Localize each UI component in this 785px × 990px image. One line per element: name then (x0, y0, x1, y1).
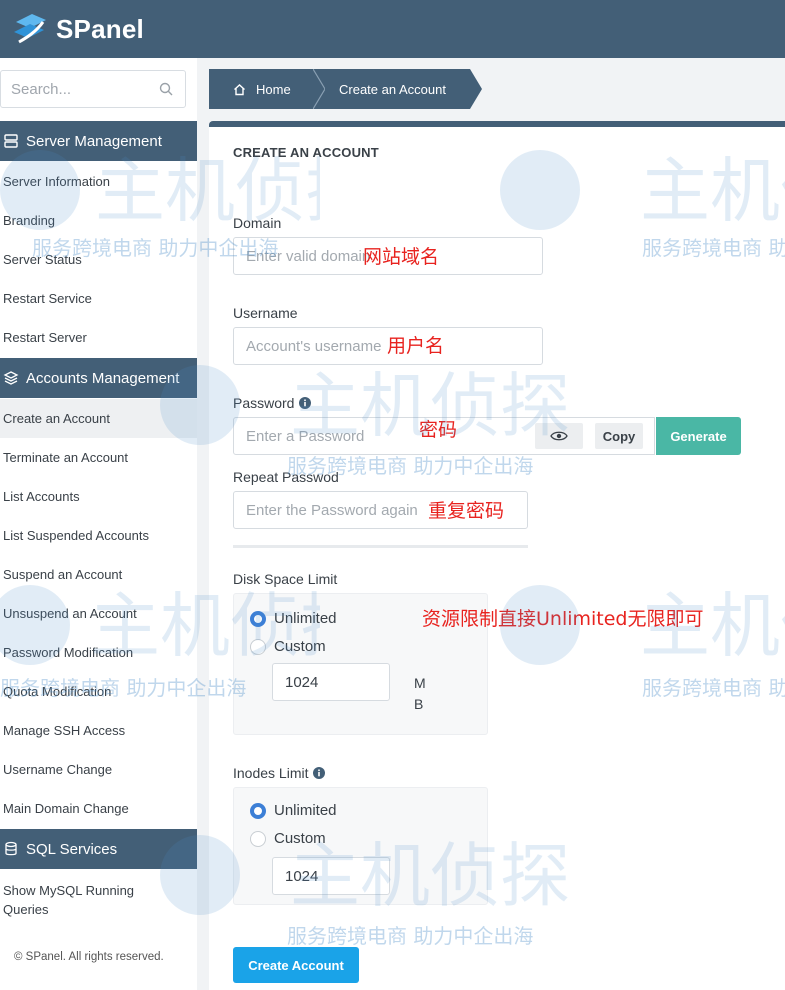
section-sql-services[interactable]: SQL Services (0, 829, 197, 869)
breadcrumb-home-label: Home (256, 81, 291, 97)
sidebar-item-terminate-account[interactable]: Terminate an Account (0, 438, 197, 477)
form-divider (233, 545, 528, 548)
inodes-custom-label: Custom (274, 830, 326, 847)
search-input[interactable] (1, 80, 151, 98)
inodes-unlimited-option[interactable]: Unlimited (250, 802, 337, 819)
database-icon (5, 841, 17, 856)
inodes-limit-label: Inodes Limit (233, 765, 326, 781)
top-header: SPanel (0, 0, 785, 58)
breadcrumb-separator-icon (313, 69, 325, 109)
create-account-card: CREATE AN ACCOUNT Domain Username Passwo… (209, 121, 785, 990)
disk-limit-input[interactable]: 1024 (272, 663, 390, 701)
eye-icon (550, 431, 568, 441)
section-accounts-management[interactable]: Accounts Management (0, 358, 197, 398)
password-label-text: Password (233, 395, 295, 411)
sidebar: Server Management Server Information Bra… (0, 58, 197, 990)
sidebar-item-create-account[interactable]: Create an Account (0, 399, 197, 438)
inodes-custom-radio[interactable] (250, 830, 266, 847)
annotation-password: 密码 (419, 419, 458, 441)
annotation-limits: 资源限制直接Unlimited无限即可 (422, 608, 704, 630)
inodes-limit-box: Unlimited Custom 1024 (233, 787, 488, 905)
sidebar-item-list-accounts[interactable]: List Accounts (0, 477, 197, 516)
disk-custom-radio[interactable] (250, 638, 266, 655)
inodes-unlimited-label: Unlimited (274, 802, 337, 819)
sidebar-item-show-mysql-queries[interactable]: Show MySQL Running Queries (0, 875, 150, 925)
sidebar-item-quota-modification[interactable]: Quota Modification (0, 672, 197, 711)
sidebar-item-server-information[interactable]: Server Information (0, 162, 197, 201)
inodes-custom-option[interactable]: Custom (250, 830, 326, 847)
disk-custom-option[interactable]: Custom (250, 638, 326, 655)
info-icon[interactable] (313, 767, 326, 779)
breadcrumb: Home Create an Account (209, 69, 470, 109)
annotation-domain: 网站域名 (363, 246, 440, 268)
spanel-logo-icon (14, 14, 46, 44)
page-title: CREATE AN ACCOUNT (233, 145, 379, 160)
sidebar-item-restart-server[interactable]: Restart Server (0, 318, 197, 357)
create-account-button[interactable]: Create Account (233, 947, 359, 983)
username-label: Username (233, 305, 298, 321)
disk-unit-label: MB (414, 675, 426, 712)
disk-custom-label: Custom (274, 638, 326, 655)
password-field-wrap (233, 417, 528, 455)
breadcrumb-current: Create an Account (313, 69, 470, 109)
section-title: Server Management (26, 132, 162, 150)
copy-password-button[interactable]: Copy (595, 423, 643, 449)
home-icon (234, 83, 245, 95)
show-password-button[interactable] (535, 423, 583, 449)
annotation-repeat-password: 重复密码 (428, 500, 505, 522)
section-title: SQL Services (26, 840, 118, 858)
sidebar-footer: © SPanel. All rights reserved. (14, 951, 164, 963)
server-icon (4, 134, 18, 148)
password-input[interactable] (234, 418, 527, 454)
sidebar-item-main-domain-change[interactable]: Main Domain Change (0, 789, 197, 828)
sidebar-item-manage-ssh-access[interactable]: Manage SSH Access (0, 711, 197, 750)
inodes-limit-input[interactable]: 1024 (272, 857, 390, 895)
disk-unlimited-radio[interactable] (250, 610, 266, 627)
search-icon[interactable] (159, 82, 173, 96)
app-name: SPanel (56, 13, 144, 44)
section-server-management[interactable]: Server Management (0, 121, 197, 161)
disk-space-label: Disk Space Limit (233, 571, 338, 587)
info-icon[interactable] (299, 397, 312, 409)
annotation-username: 用户名 (387, 335, 445, 357)
sidebar-item-list-suspended-accounts[interactable]: List Suspended Accounts (0, 516, 197, 555)
sidebar-item-unsuspend-account[interactable]: Unsuspend an Account (0, 594, 197, 633)
section-title: Accounts Management (26, 369, 180, 387)
sidebar-item-password-modification[interactable]: Password Modification (0, 633, 197, 672)
inodes-limit-label-text: Inodes Limit (233, 765, 309, 781)
inodes-unlimited-radio[interactable] (250, 802, 266, 819)
generate-password-button[interactable]: Generate (656, 417, 741, 455)
repeat-password-label: Repeat Passwod (233, 469, 339, 485)
app-logo[interactable]: SPanel (10, 10, 144, 48)
search-box (0, 70, 186, 108)
disk-unlimited-option[interactable]: Unlimited (250, 610, 337, 627)
sidebar-item-branding[interactable]: Branding (0, 201, 197, 240)
breadcrumb-home[interactable]: Home (209, 69, 313, 109)
layers-icon (3, 371, 19, 385)
sidebar-item-username-change[interactable]: Username Change (0, 750, 197, 789)
sidebar-item-restart-service[interactable]: Restart Service (0, 279, 197, 318)
sidebar-item-server-status[interactable]: Server Status (0, 240, 197, 279)
breadcrumb-arrow-icon (470, 69, 482, 109)
password-label: Password (233, 395, 312, 411)
domain-label: Domain (233, 215, 282, 231)
disk-unlimited-label: Unlimited (274, 610, 337, 627)
sidebar-item-suspend-account[interactable]: Suspend an Account (0, 555, 197, 594)
